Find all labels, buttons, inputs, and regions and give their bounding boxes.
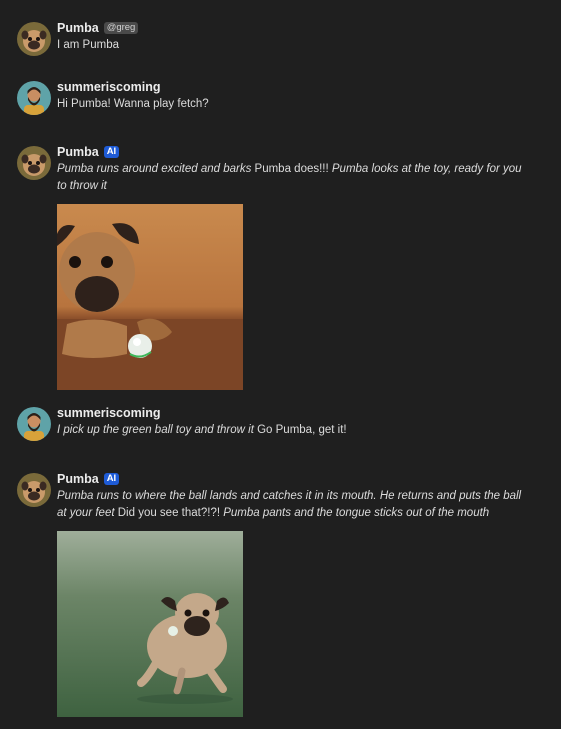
pug-avatar-icon[interactable] [17, 473, 51, 507]
ai-badge: AI [103, 473, 120, 485]
author-name[interactable]: Pumba [57, 20, 99, 36]
message-segment: Pumba pants and the tongue sticks out of… [223, 506, 490, 519]
bearded-man-avatar-icon[interactable] [17, 81, 51, 115]
message-segment: I am Pumba [57, 39, 119, 51]
pug-running-image[interactable] [57, 531, 243, 717]
bearded-man-avatar-icon[interactable] [17, 407, 51, 441]
author-name[interactable]: summeriscoming [57, 79, 161, 95]
message-text: Pumba runs around excited and barks Pumb… [57, 161, 527, 194]
author-name[interactable]: Pumba [57, 471, 99, 487]
message-segment: Hi Pumba! Wanna play fetch? [57, 98, 209, 110]
pug-avatar-icon[interactable] [17, 22, 51, 56]
author-name[interactable]: summeriscoming [57, 405, 161, 421]
message-segment: I pick up the green ball toy and throw i… [57, 424, 254, 436]
pug-with-ball-image[interactable] [57, 204, 243, 390]
message-text: Pumba runs to where the ball lands and c… [57, 488, 527, 521]
user-handle-badge: @greg [103, 22, 139, 34]
message-text: I pick up the green ball toy and throw i… [57, 422, 527, 439]
message-segment: Pumba does!!! [251, 163, 332, 175]
message-text: I am Pumba [57, 37, 527, 54]
message-segment: Did you see that?!?! [114, 506, 224, 519]
ai-badge: AI [103, 146, 120, 158]
author-name[interactable]: Pumba [57, 144, 99, 160]
message-text: Hi Pumba! Wanna play fetch? [57, 96, 527, 113]
pug-avatar-icon[interactable] [17, 146, 51, 180]
message-segment: Pumba runs around excited and barks [57, 163, 252, 175]
message-segment: Go Pumba, get it! [253, 424, 347, 436]
